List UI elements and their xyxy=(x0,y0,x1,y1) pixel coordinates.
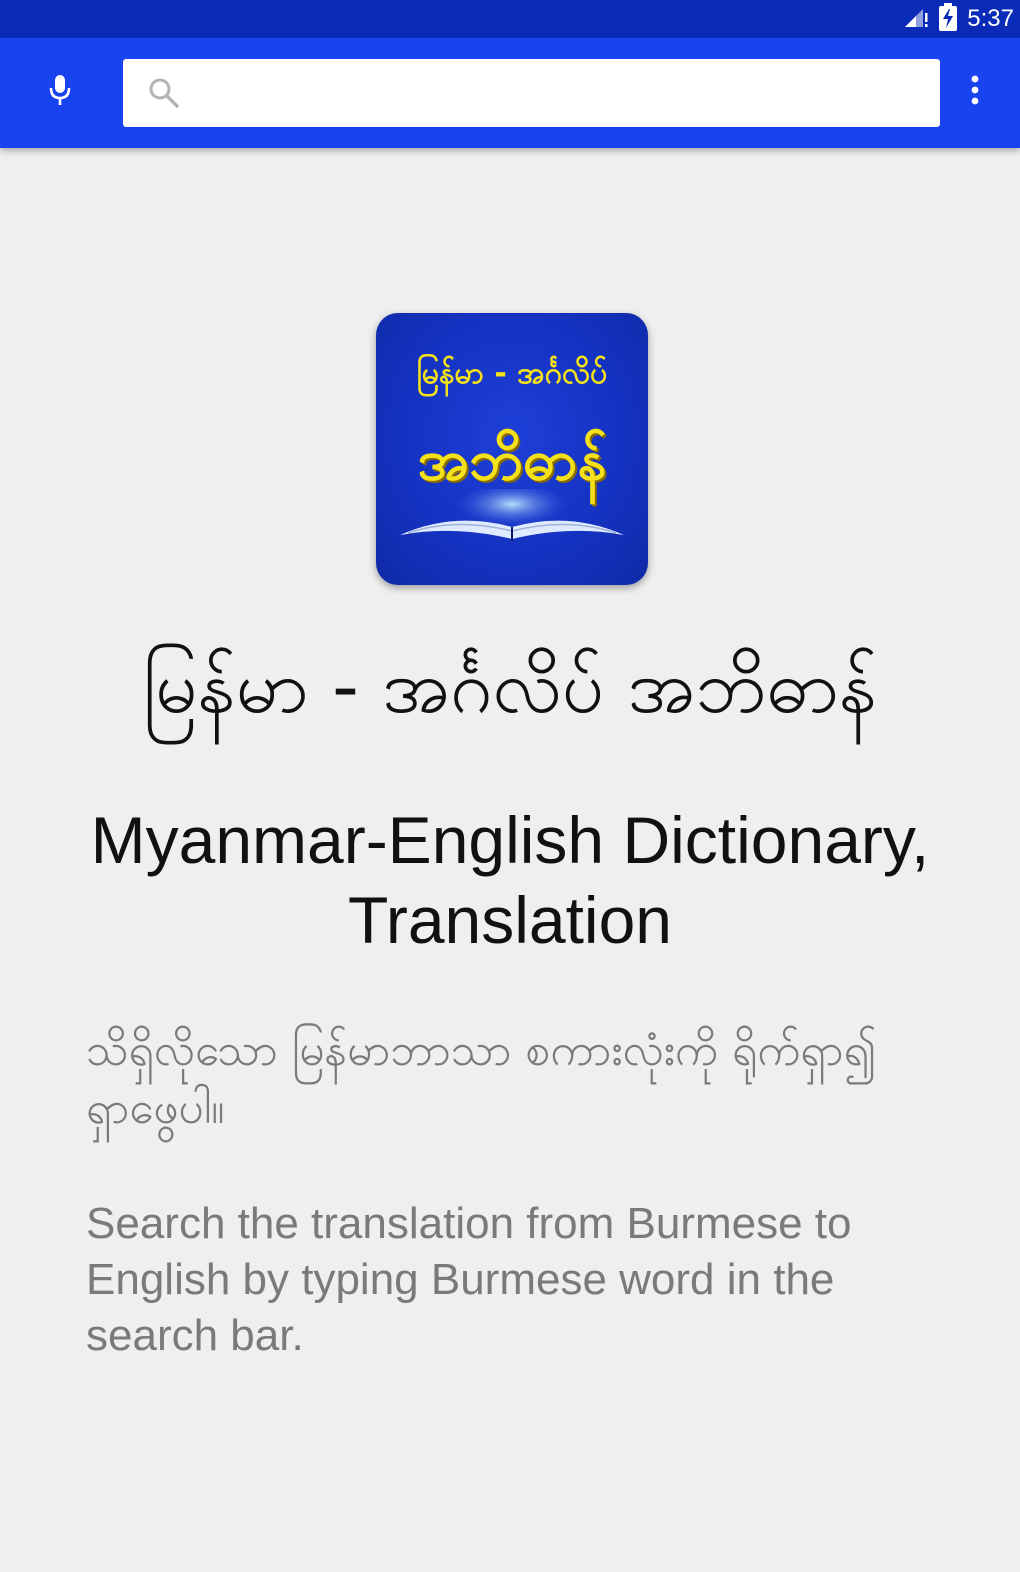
overflow-menu-button[interactable] xyxy=(955,68,995,116)
voice-search-button[interactable] xyxy=(36,68,84,116)
description-burmese: သိရှိလိုသော မြန်မာဘာသာ စကားလုံးကို ရိုက်… xyxy=(86,1025,877,1134)
status-icons: 5:37 xyxy=(903,2,1014,36)
mic-icon xyxy=(48,73,72,111)
search-box[interactable] xyxy=(123,59,940,127)
more-vert-icon xyxy=(970,74,980,110)
open-book-icon xyxy=(394,485,630,553)
description-english: Search the translation from Burmese to E… xyxy=(86,1199,852,1360)
search-input[interactable] xyxy=(191,62,940,124)
app-logo: မြန်မာ - အင်္ဂလိပ် အဘိဓာန် xyxy=(376,313,648,585)
search-icon xyxy=(147,76,181,110)
title-burmese: မြန်မာ - အင်္ဂလိပ် အဘိဓာန် xyxy=(142,644,878,730)
status-bar: 5:37 xyxy=(0,0,1020,38)
title-english: Myanmar-English Dictionary, Translation xyxy=(90,803,930,957)
app-bar xyxy=(0,38,1020,148)
logo-text-top: မြန်မာ - အင်္ဂလိပ် xyxy=(416,356,608,391)
battery-charging-icon xyxy=(939,2,958,36)
status-time: 5:37 xyxy=(967,5,1014,32)
signal-icon xyxy=(903,5,929,34)
